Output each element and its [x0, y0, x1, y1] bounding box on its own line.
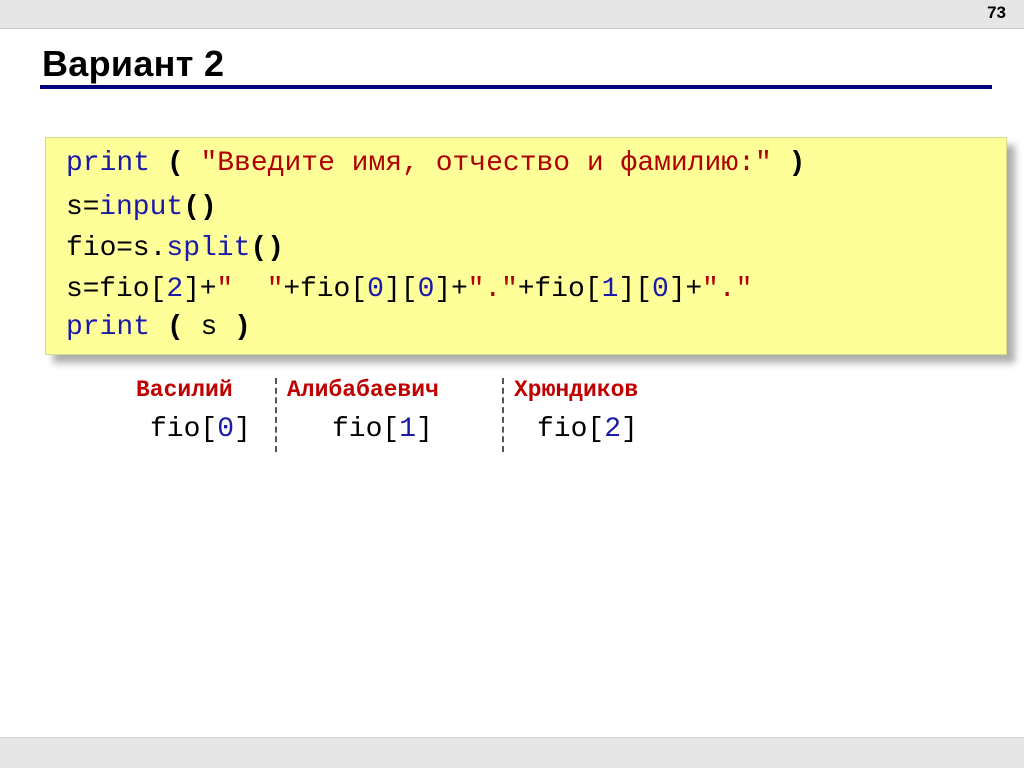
code-number: 0 — [367, 274, 384, 305]
code-operator: = — [82, 189, 100, 220]
title-underline — [40, 85, 992, 89]
part-name-0: Василий — [136, 377, 233, 403]
code-number: 1 — [601, 274, 619, 305]
code-string: "." — [701, 274, 753, 305]
part-index-1: fio[1] — [332, 414, 433, 445]
window-top-bar: 73 — [0, 0, 1024, 29]
code-token: print — [66, 312, 151, 343]
code-token: ] — [668, 274, 686, 305]
code-operator: = — [82, 271, 100, 302]
code-token: s. — [132, 233, 167, 264]
slide: Вариант 2 print ( "Введите имя, отчество… — [0, 29, 1024, 737]
code-token: input — [99, 192, 184, 223]
part-index-0: fio[0] — [150, 414, 251, 445]
code-number: 0 — [652, 274, 669, 305]
code-block: print ( "Введите имя, отчество и фамилию… — [45, 137, 1007, 355]
code-string: " " — [216, 274, 284, 305]
code-token: print — [66, 148, 151, 179]
code-token: split — [166, 233, 251, 264]
part-index-2: fio[2] — [537, 414, 638, 445]
window-bottom-bar — [0, 737, 1024, 768]
code-token: fio — [66, 233, 117, 264]
code-token: fio[ — [534, 274, 602, 305]
code-line-3: fio=s.split() — [66, 226, 284, 266]
code-string: "." — [467, 274, 518, 305]
code-token: ][ — [618, 274, 652, 305]
code-token: ) — [234, 312, 251, 343]
code-token: ( — [166, 148, 184, 179]
code-operator: + — [451, 271, 468, 302]
code-line-4: s=fio[2]+" "+fio[0][0]+"."+fio[1][0]+"." — [66, 267, 752, 307]
code-token: ] — [183, 274, 201, 305]
code-operator: + — [518, 271, 535, 302]
code-operator: = — [116, 230, 133, 261]
code-token: ][ — [383, 274, 418, 305]
code-line-2: s=input() — [66, 185, 217, 225]
slide-title: Вариант 2 — [42, 43, 225, 84]
separator-line — [275, 378, 277, 452]
code-token: ) — [788, 148, 806, 179]
separator-line — [502, 378, 504, 452]
code-token: ( — [166, 312, 184, 343]
part-name-2: Хрюндиков — [514, 377, 639, 403]
code-token: s — [66, 274, 83, 305]
part-name-1: Алибабаевич — [287, 377, 439, 403]
code-token: ] — [434, 274, 452, 305]
code-token: fio[ — [299, 274, 368, 305]
code-operator: + — [283, 271, 300, 302]
code-token: () — [250, 233, 285, 264]
page-number: 73 — [987, 3, 1006, 22]
code-token: s — [200, 312, 218, 343]
code-token: () — [183, 192, 217, 223]
code-line-1: print ( "Введите имя, отчество и фамилию… — [66, 144, 805, 184]
code-operator: + — [200, 271, 217, 302]
code-number: 0 — [417, 274, 435, 305]
code-string: "Введите имя, отчество и фамилию:" — [200, 148, 772, 179]
code-token: fio[ — [99, 274, 167, 305]
code-number: 2 — [166, 274, 184, 305]
code-token: s — [66, 192, 83, 223]
code-operator: + — [685, 271, 702, 302]
code-line-5: print ( s ) — [66, 308, 251, 348]
